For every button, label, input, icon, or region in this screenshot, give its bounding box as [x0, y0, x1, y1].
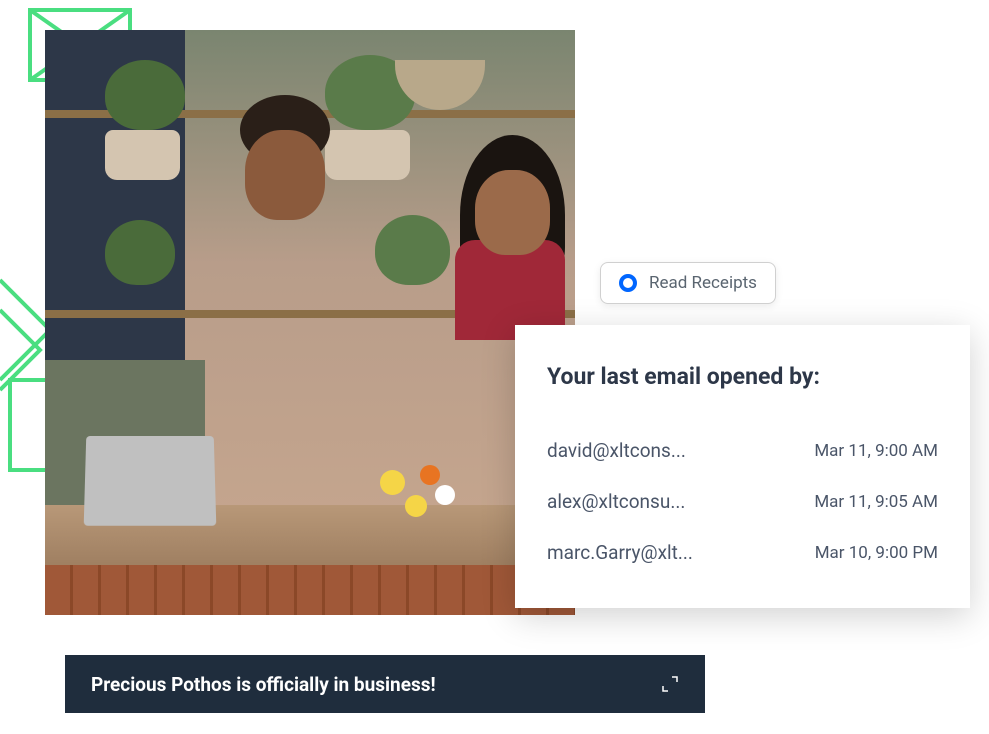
read-receipts-badge[interactable]: Read Receipts: [600, 262, 776, 304]
badge-label: Read Receipts: [649, 273, 757, 293]
expand-icon[interactable]: [661, 675, 679, 693]
banner-text: Precious Pothos is officially in busines…: [91, 673, 436, 696]
read-receipt-row: alex@xltconsu... Mar 11, 9:05 AM: [547, 476, 938, 527]
open-timestamp: Mar 10, 9:00 PM: [815, 543, 938, 563]
hero-photo: [45, 30, 575, 615]
read-receipt-row: david@xltcons... Mar 11, 9:00 AM: [547, 425, 938, 476]
announcement-banner[interactable]: Precious Pothos is officially in busines…: [65, 655, 705, 713]
radio-icon: [619, 274, 637, 292]
open-timestamp: Mar 11, 9:00 AM: [814, 441, 938, 461]
recipient-email: alex@xltconsu...: [547, 490, 685, 513]
read-receipts-card: Your last email opened by: david@xltcons…: [515, 325, 970, 608]
read-receipt-row: marc.Garry@xlt... Mar 10, 9:00 PM: [547, 527, 938, 578]
recipient-email: marc.Garry@xlt...: [547, 541, 693, 564]
card-title: Your last email opened by:: [547, 363, 938, 390]
open-timestamp: Mar 11, 9:05 AM: [814, 492, 938, 512]
recipient-email: david@xltcons...: [547, 439, 686, 462]
